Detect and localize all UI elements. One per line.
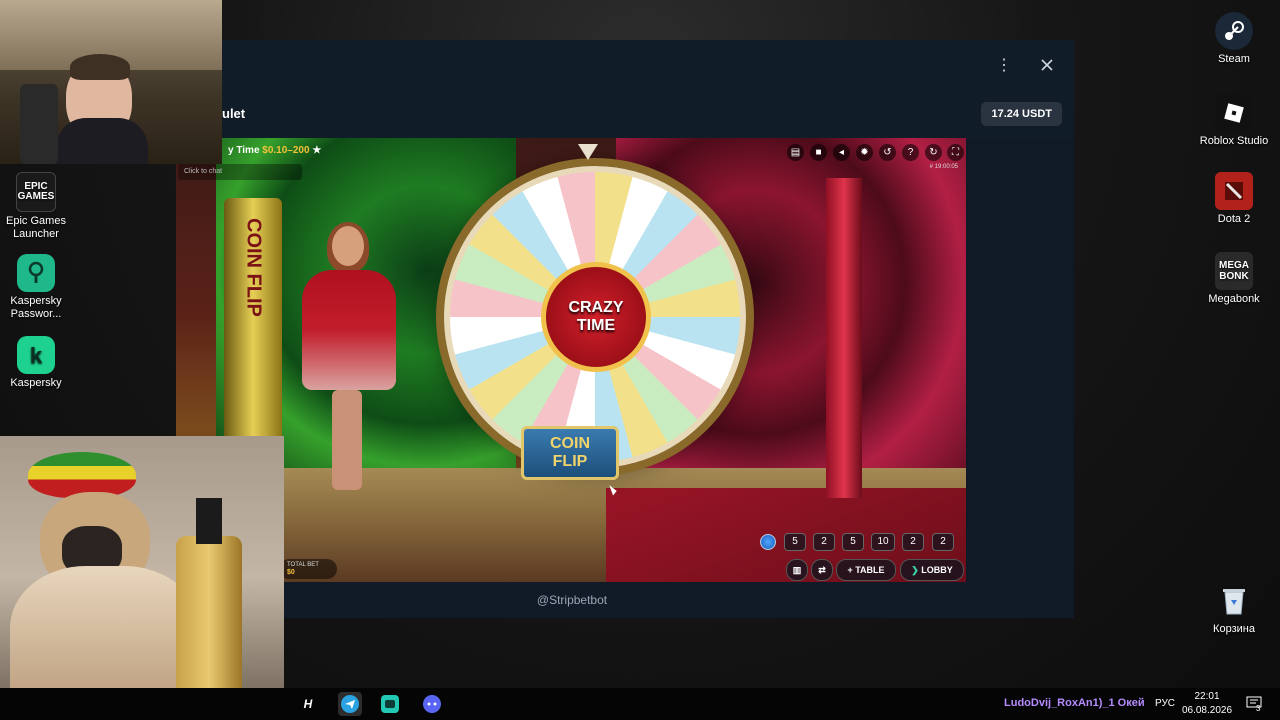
kaspersky-icon: k (17, 336, 55, 374)
game-host (294, 222, 404, 494)
clock-time: 22:01 (1194, 691, 1220, 702)
game-frame[interactable]: COIN FLIP CRAZY TIME COIN FLIP y Time $0… (176, 138, 966, 582)
game-app-icon[interactable] (378, 692, 402, 716)
app-footer: @Stripbetbot (222, 582, 1074, 618)
desktop-icon-dota2[interactable]: Dota 2 (1198, 172, 1270, 226)
pug-webcam (0, 436, 284, 720)
desktop-icon-label: Roblox Studio (1199, 135, 1269, 147)
desktop-icon-kaspersky[interactable]: k Kaspersky (0, 336, 72, 390)
desktop-icon-megabonk[interactable]: MEGA BONK Megabonk (1198, 252, 1270, 306)
round-id: # 19:00:05 (929, 164, 958, 170)
desktop-icon-label: Megabonk (1208, 293, 1260, 305)
page-title: ulet (222, 106, 246, 121)
total-bet-value: $0 (287, 569, 295, 576)
more-vertical-icon[interactable]: ⋮ (994, 56, 1014, 76)
roblox-studio-icon (1215, 94, 1253, 132)
balance-badge[interactable]: 17.24 USDT (981, 102, 1062, 126)
volume-icon[interactable]: ◂ (833, 144, 850, 161)
game-title: y Time $0.10–200 ★ (228, 145, 321, 156)
desktop-icon-recycle-bin[interactable]: Корзина (1198, 582, 1270, 636)
clock[interactable]: 22:01 06.08.2026 (1180, 690, 1234, 718)
table-button[interactable]: + TABLE (836, 559, 896, 581)
streamer-webcam (0, 0, 222, 164)
settings-icon[interactable]: ✹ (856, 144, 873, 161)
language-indicator[interactable]: РУС (1155, 698, 1175, 709)
coin-flip-sign: COIN FLIP (521, 426, 619, 480)
desktop-icon-roblox-studio[interactable]: Roblox Studio (1198, 94, 1270, 148)
history-result: 2 (902, 533, 924, 551)
refresh-icon[interactable]: ↻ (925, 144, 942, 161)
lobby-button[interactable]: ❯ LOBBY (900, 559, 964, 581)
bot-handle[interactable]: @Stripbetbot (222, 593, 922, 607)
desktop-icon-label: Kaspersky (10, 377, 62, 389)
total-bet: TOTAL BET $0 (279, 559, 337, 579)
app-h-icon[interactable]: H (296, 692, 320, 716)
desktop-icon-label: Dota 2 (1217, 213, 1251, 225)
kaspersky-password-icon (17, 254, 55, 292)
dota2-icon (1215, 172, 1253, 210)
discord-icon[interactable] (420, 692, 444, 716)
app-header: ulet 17.24 USDT (222, 92, 1074, 138)
coin-flip-pillar: COIN FLIP (224, 198, 282, 458)
wheel-hub-line2: TIME (576, 317, 616, 334)
desktop-icon-label: Корзина (1213, 623, 1255, 635)
notifications-icon[interactable]: 3 (1246, 696, 1262, 713)
table-button-label: TABLE (855, 565, 885, 575)
history-marker (760, 534, 776, 550)
recycle-bin-icon (1215, 582, 1253, 620)
taskbar: H LudoDvij_RoxAn1)_1 Окей РУС 22:01 06.0… (0, 688, 1280, 720)
desktop-icon-steam[interactable]: Steam (1198, 12, 1270, 66)
lobby-arrow-icon: ❯ (911, 565, 919, 575)
history-result: 2 (932, 533, 954, 551)
desktop: { "desktop": { "left_icons": [ {"label":… (0, 0, 1280, 720)
clock-date: 06.08.2026 (1181, 705, 1233, 716)
desktop-icon-label: Epic Games Launcher (6, 215, 66, 240)
flip-line2: FLIP (552, 453, 588, 470)
desktop-icon-label: Steam (1218, 53, 1250, 65)
stream-ticker: LudoDvij_RoxAn1)_1 Окей (1004, 697, 1145, 709)
history-result: 2 (813, 533, 835, 551)
megabonk-icon: MEGA BONK (1215, 252, 1253, 290)
stats-icon[interactable]: ▥ (786, 559, 808, 581)
chat-icon[interactable]: ▤ (787, 144, 804, 161)
notification-count: 3 (1256, 704, 1261, 713)
history-result: 5 (784, 533, 806, 551)
history-result: 10 (871, 533, 895, 551)
chat-input[interactable]: Click to chat (178, 164, 302, 180)
plus-icon: + (847, 565, 853, 575)
history-icon[interactable]: ↺ (879, 144, 896, 161)
lobby-button-label: LOBBY (921, 565, 953, 575)
history-result: 5 (842, 533, 864, 551)
red-pillar (826, 178, 862, 498)
desktop-icon-label: Kaspersky Passwor... (10, 295, 62, 320)
pillar-label: COIN FLIP (242, 218, 265, 317)
game-name: y Time (228, 145, 260, 156)
wheel-pointer (578, 144, 598, 160)
bet-limits: $0.10–200 (262, 145, 310, 156)
total-bet-label: TOTAL BET (287, 562, 319, 568)
switch-view-icon[interactable]: ⇄ (811, 559, 833, 581)
wheel-hub: CRAZY TIME (541, 262, 651, 372)
help-icon[interactable]: ? (902, 144, 919, 161)
desktop-icon-kaspersky-password[interactable]: Kaspersky Passwor... (0, 254, 72, 321)
wheel-hub-line1: CRAZY (568, 299, 624, 316)
app-titlebar: ⋮ (222, 40, 1074, 92)
video-icon[interactable]: ■ (810, 144, 827, 161)
desktop-icon-epic-games[interactable]: EPIC GAMES Epic Games Launcher (0, 172, 72, 241)
flip-line1: COIN (550, 435, 590, 452)
close-icon[interactable] (1036, 54, 1058, 76)
telegram-icon[interactable] (338, 692, 362, 716)
steam-icon (1215, 12, 1253, 50)
app-window: ⋮ ulet 17.24 USDT COIN FLIP CRAZY TIME C… (176, 40, 1074, 618)
star-icon[interactable]: ★ (312, 145, 321, 156)
epic-games-icon: EPIC GAMES (16, 172, 56, 212)
fullscreen-icon[interactable]: ⛶ (947, 144, 964, 161)
